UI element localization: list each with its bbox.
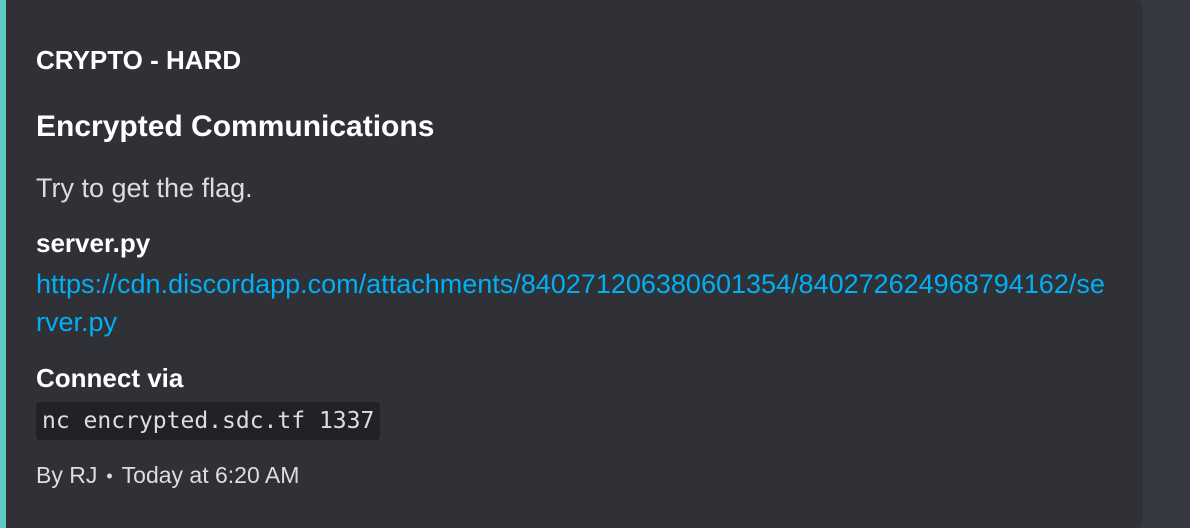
footer-separator: •	[106, 466, 113, 486]
connect-command-code: nc encrypted.sdc.tf 1337	[36, 402, 381, 440]
footer-author: By RJ	[36, 462, 98, 488]
challenge-embed: CRYPTO - HARD Encrypted Communications T…	[0, 0, 1143, 528]
embed-author: CRYPTO - HARD	[36, 45, 242, 75]
embed-title: Encrypted Communications	[36, 110, 435, 143]
embed-footer: By RJ • Today at 6:20 AM	[36, 459, 299, 492]
embed-description: Try to get the flag.	[36, 173, 253, 203]
footer-timestamp: Today at 6:20 AM	[121, 462, 300, 488]
attachment-link[interactable]: https://cdn.discordapp.com/attachments/8…	[36, 265, 1111, 341]
field-name-server-py: server.py	[36, 228, 151, 258]
field-name-connect-via: Connect via	[36, 363, 184, 393]
embed-accent-bar	[0, 0, 6, 528]
page: CRYPTO - HARD Encrypted Communications T…	[0, 0, 1190, 528]
